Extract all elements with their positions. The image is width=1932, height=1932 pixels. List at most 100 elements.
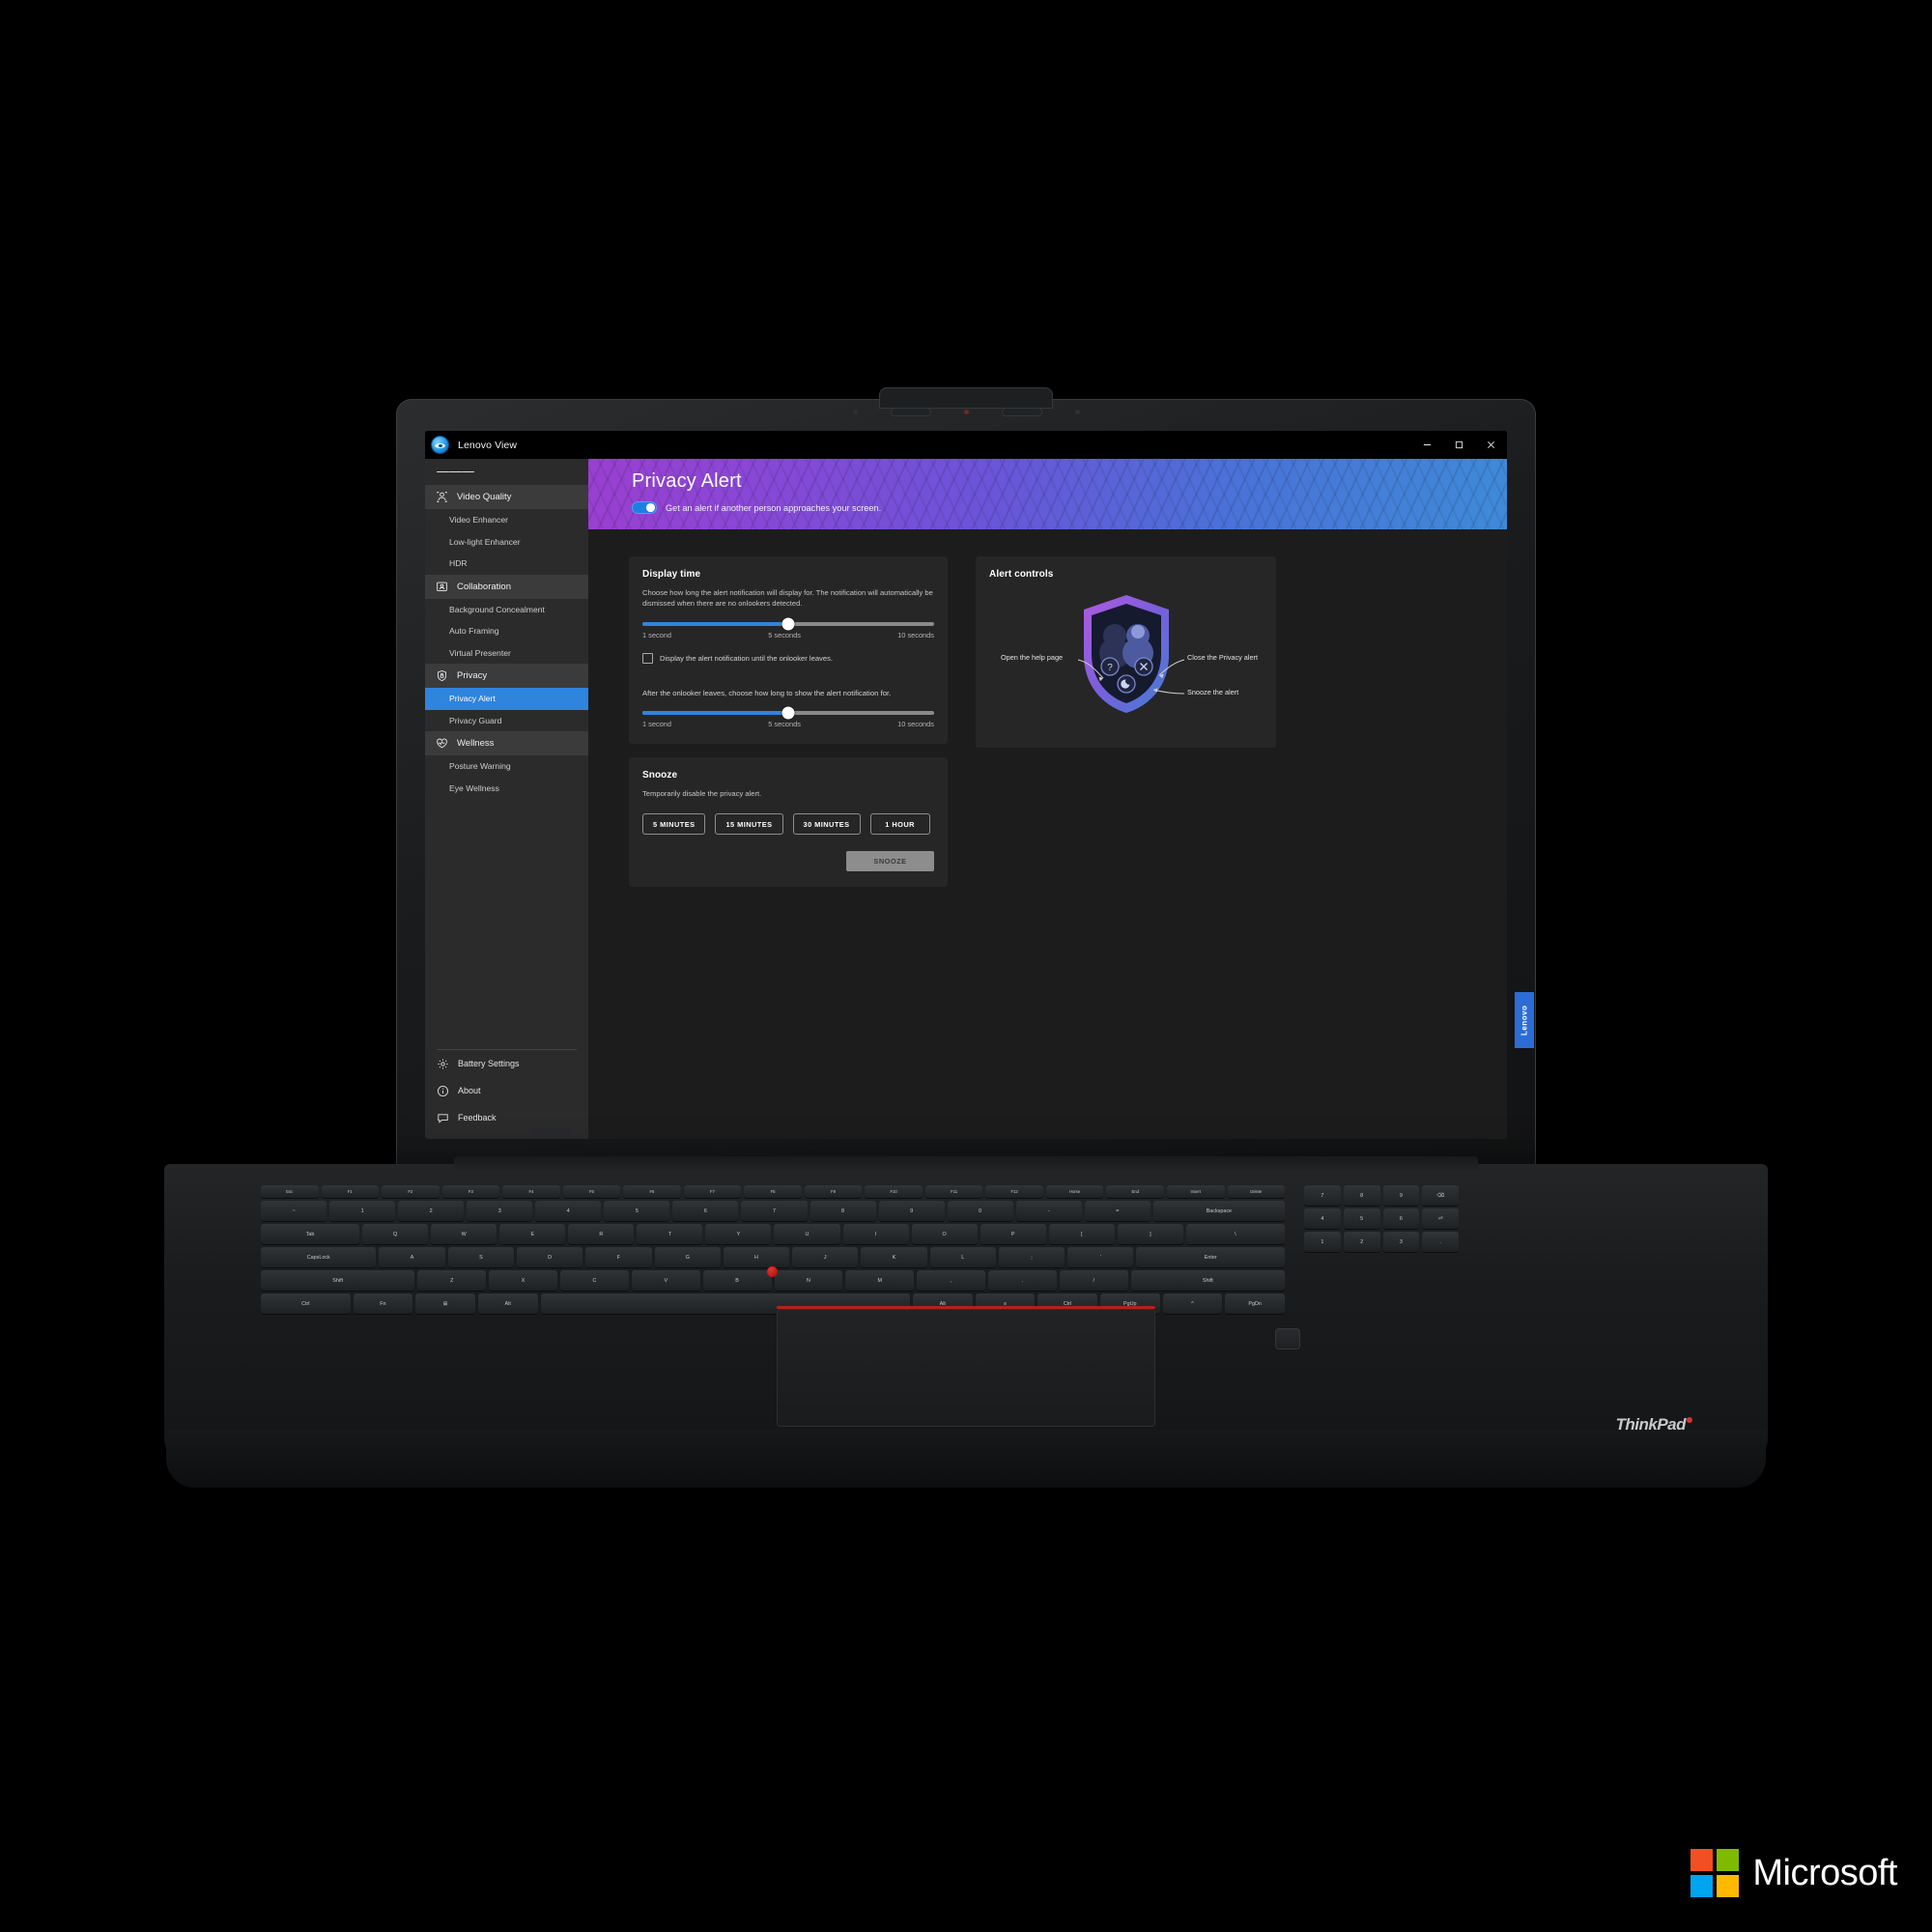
key-u[interactable]: U bbox=[774, 1224, 840, 1244]
key-comma[interactable]: , bbox=[917, 1270, 985, 1291]
key-f5[interactable]: F5 bbox=[562, 1185, 621, 1198]
key-period[interactable]: . bbox=[987, 1270, 1057, 1291]
key-num-8[interactable]: 8 bbox=[1343, 1185, 1380, 1206]
sidebar-item-privacy-alert[interactable]: Privacy Alert bbox=[425, 688, 588, 710]
key-num-6[interactable]: 6 bbox=[1382, 1208, 1420, 1229]
key-8[interactable]: 8 bbox=[810, 1201, 876, 1221]
key-f6[interactable]: F6 bbox=[623, 1185, 681, 1198]
touchpad[interactable] bbox=[777, 1309, 1155, 1427]
key-q[interactable]: Q bbox=[362, 1224, 429, 1244]
key-b[interactable]: B bbox=[702, 1270, 772, 1291]
key-p[interactable]: P bbox=[980, 1224, 1046, 1244]
key-bracket-left[interactable]: [ bbox=[1048, 1224, 1115, 1244]
key-f12[interactable]: F12 bbox=[985, 1185, 1043, 1198]
key-d[interactable]: D bbox=[517, 1247, 583, 1267]
key-shift-right[interactable]: Shift bbox=[1130, 1270, 1285, 1291]
key-numlock[interactable]: 7 bbox=[1304, 1185, 1341, 1206]
slider-track[interactable] bbox=[642, 706, 934, 720]
key-arrow-up[interactable]: ^ bbox=[1162, 1293, 1223, 1314]
key-windows[interactable]: ⊞ bbox=[415, 1293, 475, 1314]
key-alt-left[interactable]: Alt bbox=[477, 1293, 538, 1314]
key-f7[interactable]: F7 bbox=[683, 1185, 742, 1198]
sidebar-item-background-concealment[interactable]: Background Concealment bbox=[425, 598, 588, 620]
key-l[interactable]: L bbox=[929, 1247, 996, 1267]
key-w[interactable]: W bbox=[431, 1224, 497, 1244]
trackpoint-nub[interactable] bbox=[767, 1266, 778, 1277]
snooze-option-5-minutes[interactable]: 5 MINUTES bbox=[642, 813, 706, 835]
key-j[interactable]: J bbox=[792, 1247, 859, 1267]
key-c[interactable]: C bbox=[560, 1270, 629, 1291]
key-z[interactable]: Z bbox=[417, 1270, 487, 1291]
key-num-3[interactable]: 3 bbox=[1382, 1232, 1420, 1252]
sidebar-item-hdr[interactable]: HDR bbox=[425, 553, 588, 575]
sidebar-item-eye-wellness[interactable]: Eye Wellness bbox=[425, 777, 588, 799]
snooze-button[interactable]: SNOOZE bbox=[846, 851, 934, 871]
key-num-1[interactable]: 1 bbox=[1304, 1232, 1341, 1252]
key-v[interactable]: V bbox=[631, 1270, 700, 1291]
key-num-enter[interactable]: ⏎ bbox=[1422, 1208, 1459, 1229]
until-onlooker-leaves-checkbox[interactable] bbox=[642, 653, 653, 664]
key-n[interactable]: N bbox=[774, 1270, 843, 1291]
key-i[interactable]: I bbox=[842, 1224, 909, 1244]
key-k[interactable]: K bbox=[861, 1247, 927, 1267]
key-f2[interactable]: F2 bbox=[382, 1185, 440, 1198]
key-num-backspace[interactable]: ⌫ bbox=[1422, 1185, 1459, 1206]
key-num-5[interactable]: 5 bbox=[1343, 1208, 1380, 1229]
key-equals[interactable]: = bbox=[1084, 1201, 1151, 1221]
key-capslock[interactable]: CapsLock bbox=[261, 1247, 377, 1267]
key-esc[interactable]: Esc bbox=[261, 1185, 319, 1198]
key-t[interactable]: T bbox=[637, 1224, 703, 1244]
key-minus[interactable]: - bbox=[1015, 1201, 1082, 1221]
key-shift-left[interactable]: Shift bbox=[261, 1270, 415, 1291]
key-backtick[interactable]: ~ bbox=[261, 1201, 327, 1221]
display-time-slider-2[interactable]: 1 second 5 seconds 10 seconds bbox=[642, 706, 934, 728]
snooze-option-15-minutes[interactable]: 15 MINUTES bbox=[715, 813, 783, 835]
sidebar-item-about[interactable]: About bbox=[425, 1077, 588, 1104]
slider-thumb[interactable] bbox=[781, 706, 795, 720]
key-f9[interactable]: F9 bbox=[804, 1185, 863, 1198]
key-f8[interactable]: F8 bbox=[744, 1185, 802, 1198]
key-e[interactable]: E bbox=[499, 1224, 566, 1244]
key-f10[interactable]: F10 bbox=[865, 1185, 923, 1198]
key-f11[interactable]: F11 bbox=[924, 1185, 983, 1198]
key-home[interactable]: Home bbox=[1045, 1185, 1104, 1198]
key-backspace[interactable]: Backspace bbox=[1152, 1201, 1285, 1221]
key-m[interactable]: M bbox=[845, 1270, 915, 1291]
key-2[interactable]: 2 bbox=[398, 1201, 465, 1221]
key-semicolon[interactable]: ; bbox=[998, 1247, 1065, 1267]
key-1[interactable]: 1 bbox=[329, 1201, 396, 1221]
privacy-alert-toggle[interactable] bbox=[632, 501, 657, 514]
key-backslash[interactable]: \ bbox=[1185, 1224, 1285, 1244]
minimize-button[interactable] bbox=[1411, 431, 1443, 459]
sidebar-item-low-light-enhancer[interactable]: Low-light Enhancer bbox=[425, 530, 588, 553]
key-bracket-right[interactable]: ] bbox=[1117, 1224, 1183, 1244]
key-f4[interactable]: F4 bbox=[502, 1185, 560, 1198]
key-0[interactable]: 0 bbox=[947, 1201, 1013, 1221]
key-o[interactable]: O bbox=[911, 1224, 978, 1244]
sidebar-group-collaboration[interactable]: Collaboration bbox=[425, 574, 588, 599]
sidebar-group-privacy[interactable]: Privacy bbox=[425, 664, 588, 688]
sidebar-item-video-enhancer[interactable]: Video Enhancer bbox=[425, 509, 588, 531]
key-f1[interactable]: F1 bbox=[321, 1185, 380, 1198]
key-a[interactable]: A bbox=[379, 1247, 445, 1267]
close-button[interactable] bbox=[1475, 431, 1507, 459]
key-f[interactable]: F bbox=[585, 1247, 652, 1267]
key-tab[interactable]: Tab bbox=[261, 1224, 360, 1244]
key-pgdn[interactable]: PgDn bbox=[1225, 1293, 1285, 1314]
hamburger-menu-icon[interactable] bbox=[425, 459, 588, 485]
slider-track[interactable] bbox=[642, 617, 934, 631]
key-4[interactable]: 4 bbox=[535, 1201, 602, 1221]
key-s[interactable]: S bbox=[447, 1247, 514, 1267]
key-9[interactable]: 9 bbox=[878, 1201, 945, 1221]
maximize-button[interactable] bbox=[1443, 431, 1475, 459]
key-fn[interactable]: Fn bbox=[353, 1293, 413, 1314]
key-quote[interactable]: ' bbox=[1067, 1247, 1134, 1267]
key-g[interactable]: G bbox=[654, 1247, 721, 1267]
fingerprint-reader[interactable] bbox=[1275, 1328, 1300, 1350]
key-ctrl-left[interactable]: Ctrl bbox=[261, 1293, 351, 1314]
display-time-slider-1[interactable]: 1 second 5 seconds 10 seconds bbox=[642, 617, 934, 639]
until-onlooker-leaves-checkbox-row[interactable]: Display the alert notification until the… bbox=[642, 653, 934, 664]
key-num-2[interactable]: 2 bbox=[1343, 1232, 1380, 1252]
key-h[interactable]: H bbox=[723, 1247, 790, 1267]
key-x[interactable]: X bbox=[489, 1270, 558, 1291]
